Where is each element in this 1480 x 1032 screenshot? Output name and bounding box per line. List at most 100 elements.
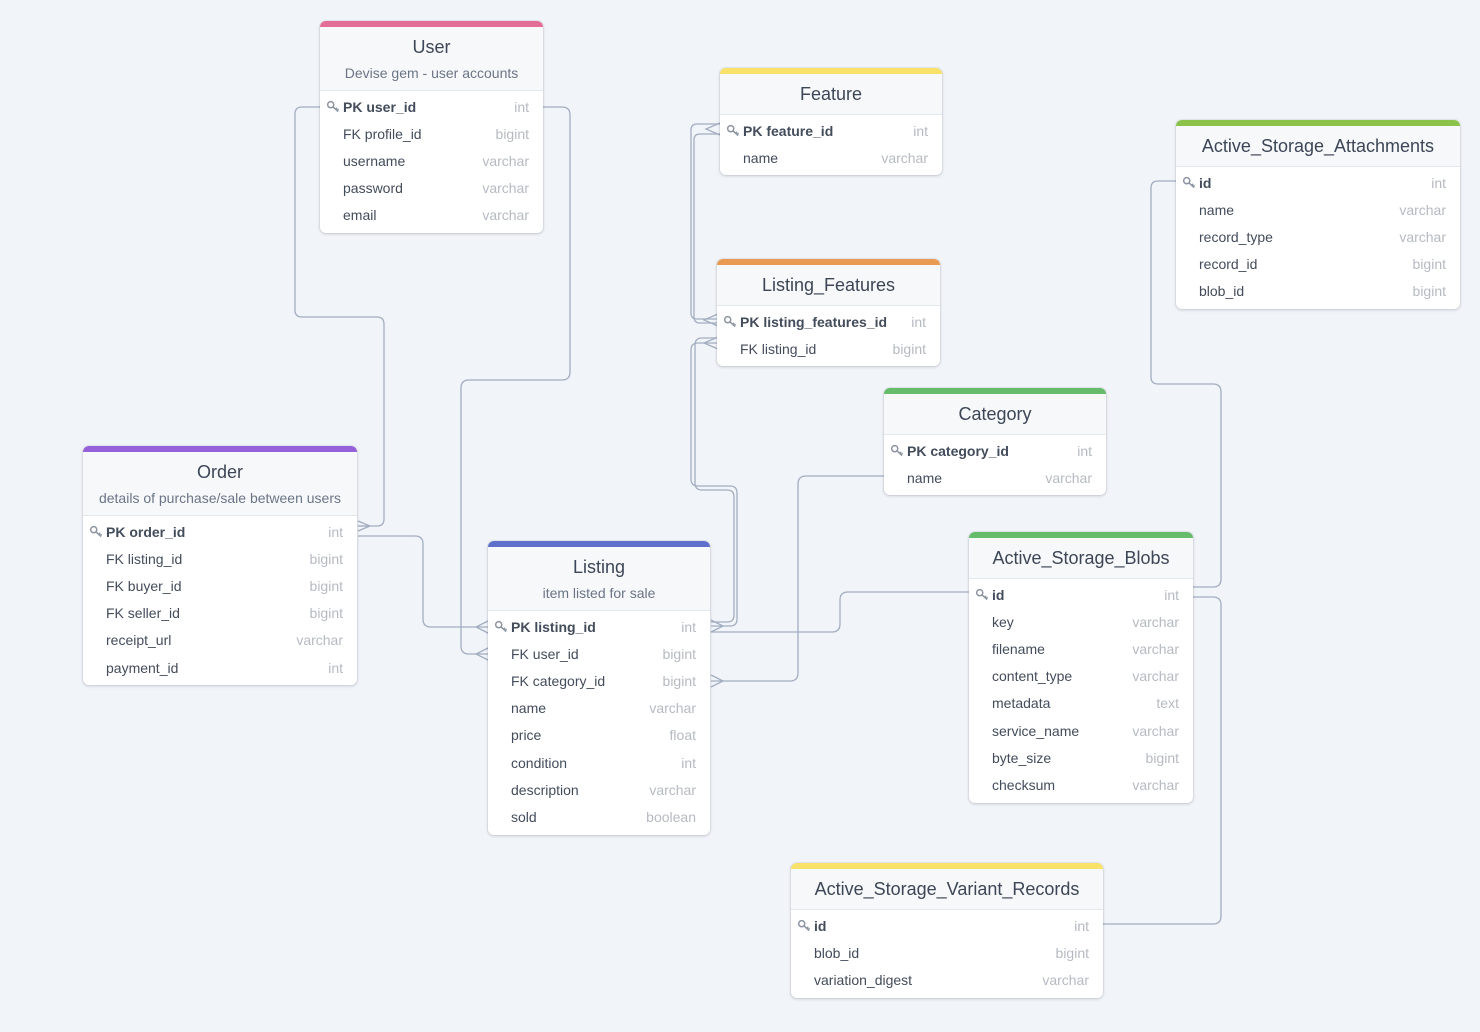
- column-row[interactable]: content_type varchar: [969, 663, 1193, 690]
- table-active-storage-blobs[interactable]: Active_Storage_Blobs id int key varchar file…: [969, 532, 1193, 803]
- table-header[interactable]: Listing item listed for sale: [488, 547, 710, 611]
- column-row[interactable]: metadata text: [969, 690, 1193, 717]
- column-spacer: [1182, 284, 1199, 298]
- column-row[interactable]: receipt_url varchar: [83, 627, 357, 654]
- column-row[interactable]: key varchar: [969, 608, 1193, 635]
- column-spacer: [1182, 203, 1199, 217]
- column-type: text: [1156, 695, 1179, 712]
- column-spacer: [89, 579, 106, 593]
- column-row[interactable]: name varchar: [488, 695, 710, 722]
- column-row[interactable]: FK user_id bigint: [488, 640, 710, 667]
- column-row[interactable]: PK order_id int: [83, 518, 357, 545]
- column-name: PK user_id: [343, 98, 417, 115]
- column-row[interactable]: password varchar: [320, 175, 543, 202]
- column-row[interactable]: PK feature_id int: [720, 117, 942, 144]
- column-spacer: [494, 783, 511, 797]
- column-row[interactable]: blob_id bigint: [1176, 278, 1460, 305]
- column-row[interactable]: filename varchar: [969, 635, 1193, 662]
- table-columns: PK listing_features_id int FK listing_id bi…: [717, 306, 940, 366]
- link-feature-listingfeatures[interactable]: [690, 123, 720, 320]
- table-header[interactable]: Active_Storage_Attachments: [1176, 126, 1460, 167]
- column-row[interactable]: sold boolean: [488, 803, 710, 830]
- column-type: bigint: [1145, 749, 1179, 766]
- column-row[interactable]: username varchar: [320, 147, 543, 174]
- column-spacer: [326, 181, 343, 195]
- table-user[interactable]: User Devise gem - user accounts PK user_…: [320, 21, 543, 233]
- column-row[interactable]: FK seller_id bigint: [83, 600, 357, 627]
- column-row[interactable]: record_type varchar: [1176, 223, 1460, 250]
- column-name: variation_digest: [814, 971, 913, 988]
- column-row[interactable]: blob_id bigint: [791, 939, 1103, 966]
- column-row[interactable]: byte_size bigint: [969, 744, 1193, 771]
- column-type: varchar: [1399, 228, 1446, 245]
- table-listing-features[interactable]: Listing_Features PK listing_features_id i…: [717, 259, 940, 367]
- column-type: varchar: [1042, 971, 1089, 988]
- table-header[interactable]: Active_Storage_Blobs: [969, 538, 1193, 579]
- column-name: record_id: [1199, 256, 1258, 273]
- column-row[interactable]: FK listing_id bigint: [83, 545, 357, 572]
- column-row[interactable]: condition int: [488, 749, 710, 776]
- column-spacer: [89, 633, 106, 647]
- key-icon: [1182, 176, 1199, 190]
- column-spacer: [326, 127, 343, 141]
- column-row[interactable]: id int: [791, 912, 1103, 939]
- table-header[interactable]: Listing_Features: [717, 265, 940, 306]
- column-row[interactable]: PK listing_features_id int: [717, 308, 940, 335]
- column-row[interactable]: name varchar: [720, 144, 942, 171]
- column-row[interactable]: checksum varchar: [969, 771, 1193, 798]
- column-name: blob_id: [1199, 283, 1245, 300]
- column-name: content_type: [992, 668, 1073, 685]
- table-active-storage-variant-records[interactable]: Active_Storage_Variant_Records id int blob…: [791, 863, 1103, 998]
- table-order[interactable]: Order details of purchase/sale between u…: [83, 446, 357, 686]
- column-row[interactable]: payment_id int: [83, 654, 357, 681]
- column-type: bigint: [309, 550, 343, 567]
- table-header[interactable]: Feature: [720, 74, 942, 115]
- column-row[interactable]: id int: [969, 581, 1193, 608]
- column-spacer: [494, 647, 511, 661]
- crowfoot-listingfeatures-fk: [702, 336, 719, 350]
- column-row[interactable]: FK profile_id bigint: [320, 120, 543, 147]
- column-row[interactable]: description varchar: [488, 776, 710, 803]
- table-listing[interactable]: Listing item listed for sale PK listing_…: [488, 541, 710, 835]
- column-row[interactable]: FK buyer_id bigint: [83, 572, 357, 599]
- column-spacer: [975, 751, 992, 765]
- table-feature[interactable]: Feature PK feature_id int name varchar: [720, 68, 942, 176]
- table-title: Category: [958, 404, 1032, 424]
- table-header[interactable]: User Devise gem - user accounts: [320, 27, 543, 91]
- table-active-storage-attachments[interactable]: Active_Storage_Attachments id int name varc…: [1176, 120, 1460, 309]
- key-icon: [89, 525, 106, 539]
- key-icon: [326, 100, 343, 114]
- column-row[interactable]: variation_digest varchar: [791, 966, 1103, 993]
- column-row[interactable]: name varchar: [884, 464, 1106, 491]
- column-type: bigint: [1055, 944, 1089, 961]
- column-name: FK user_id: [511, 645, 579, 662]
- column-name: PK listing_id: [511, 618, 596, 635]
- link-order-listing[interactable]: [358, 535, 488, 628]
- table-header[interactable]: Active_Storage_Variant_Records: [791, 869, 1103, 910]
- column-row[interactable]: PK listing_id int: [488, 613, 710, 640]
- column-name: id: [1199, 174, 1212, 191]
- table-header[interactable]: Category: [884, 394, 1106, 435]
- link-category-listing[interactable]: [711, 475, 884, 682]
- column-type: varchar: [881, 149, 928, 166]
- table-columns: PK user_id int FK profile_id bigint username…: [320, 91, 543, 233]
- column-type: varchar: [1132, 613, 1179, 630]
- column-spacer: [975, 669, 992, 683]
- table-header[interactable]: Order details of purchase/sale between u…: [83, 452, 357, 516]
- column-row[interactable]: service_name varchar: [969, 717, 1193, 744]
- table-category[interactable]: Category PK category_id int name varchar: [884, 388, 1106, 496]
- column-name: username: [343, 152, 406, 169]
- column-row[interactable]: PK user_id int: [320, 93, 543, 120]
- column-row[interactable]: id int: [1176, 169, 1460, 196]
- column-row[interactable]: record_id bigint: [1176, 251, 1460, 278]
- column-row[interactable]: PK category_id int: [884, 437, 1106, 464]
- link-blobs-listing[interactable]: [711, 591, 969, 633]
- column-name: receipt_url: [106, 632, 172, 649]
- column-row[interactable]: email varchar: [320, 202, 543, 229]
- column-row[interactable]: name varchar: [1176, 196, 1460, 223]
- column-name: condition: [511, 754, 568, 771]
- column-type: varchar: [649, 781, 696, 798]
- column-row[interactable]: FK category_id bigint: [488, 667, 710, 694]
- column-row[interactable]: FK listing_id bigint: [717, 335, 940, 362]
- column-row[interactable]: price float: [488, 722, 710, 749]
